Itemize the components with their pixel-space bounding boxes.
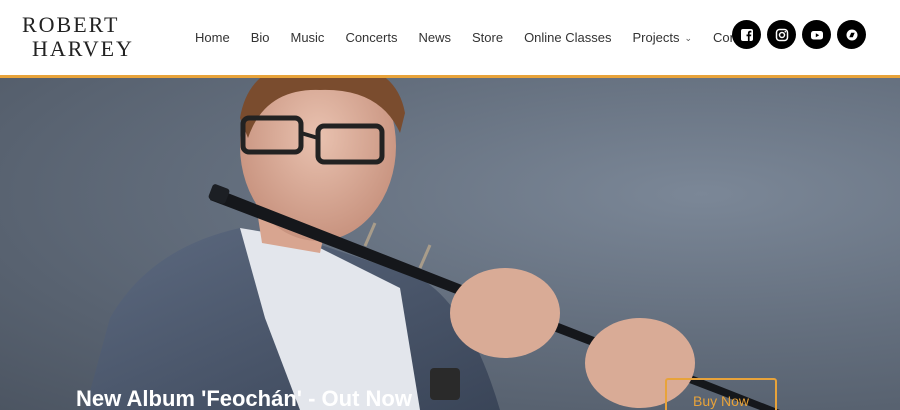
youtube-button[interactable] xyxy=(802,20,831,49)
youtube-icon xyxy=(810,30,823,39)
bandcamp-icon xyxy=(846,29,857,40)
hero-title: New Album 'Feochán' - Out Now xyxy=(76,386,412,410)
instagram-icon xyxy=(775,28,788,41)
nav-item-projects[interactable]: Projects ⌄ xyxy=(633,30,693,45)
nav-item-projects-label: Projects xyxy=(632,30,680,45)
nav-item-store[interactable]: Store xyxy=(472,30,503,45)
logo-line-2: HARVEY xyxy=(32,36,134,61)
nav-item-bio[interactable]: Bio xyxy=(251,30,270,45)
nav-item-concerts[interactable]: Concerts xyxy=(345,30,397,45)
instagram-button[interactable] xyxy=(767,20,796,49)
nav-item-music[interactable]: Music xyxy=(290,30,324,45)
facebook-button[interactable] xyxy=(732,20,761,49)
chevron-down-icon: ⌄ xyxy=(684,33,693,44)
bandcamp-button[interactable] xyxy=(837,20,866,49)
hero-photo xyxy=(85,78,780,410)
nav-item-home[interactable]: Home xyxy=(195,30,230,45)
buy-now-button[interactable]: Buy Now xyxy=(665,378,777,410)
facebook-icon xyxy=(740,28,753,41)
site-logo[interactable]: ROBERT HARVEY xyxy=(22,10,152,65)
main-nav: Home Bio Music Concerts News Store Onlin… xyxy=(195,0,779,75)
nav-item-news[interactable]: News xyxy=(418,30,451,45)
nav-item-online-classes[interactable]: Online Classes xyxy=(524,30,611,45)
site-header: ROBERT HARVEY Home Bio Music Concerts Ne… xyxy=(0,0,900,75)
hero-banner: New Album 'Feochán' - Out Now Buy Now xyxy=(0,78,900,410)
logo-line-1: ROBERT xyxy=(22,12,120,37)
